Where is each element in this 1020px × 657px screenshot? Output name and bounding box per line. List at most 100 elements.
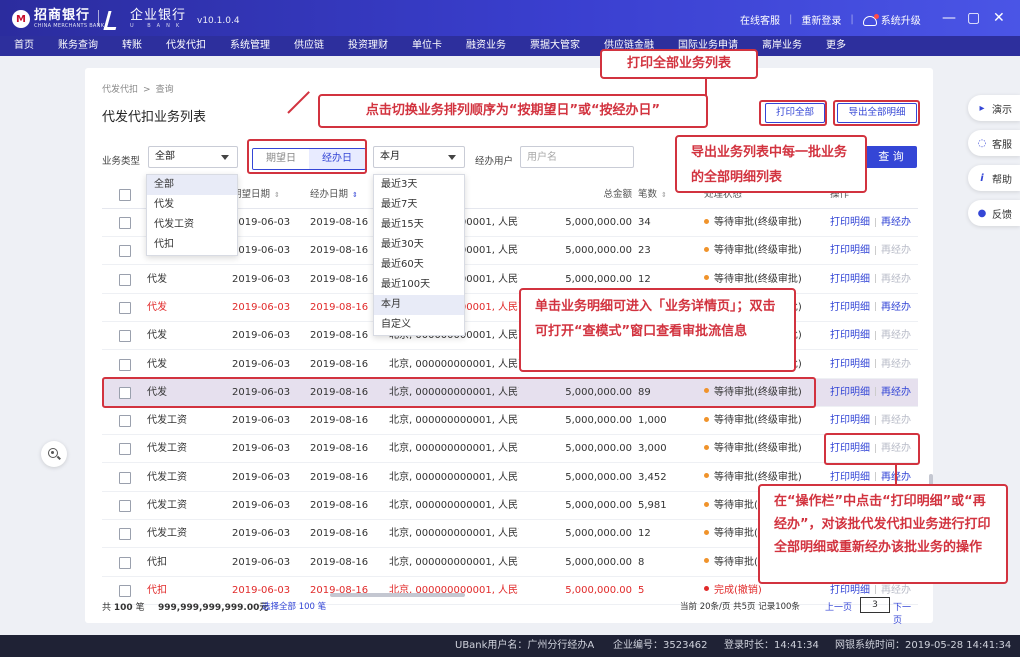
re-handle-link[interactable]: 再经办: [881, 330, 911, 341]
status-dot-icon: [704, 529, 709, 535]
cell-count: 23: [638, 245, 651, 257]
period-select-value: 本月: [380, 151, 400, 162]
nav-home[interactable]: 首页: [0, 36, 46, 56]
zoom-icon[interactable]: [41, 441, 67, 467]
print-detail-link[interactable]: 打印明细: [830, 274, 870, 285]
print-detail-link[interactable]: 打印明细: [830, 472, 870, 483]
type-option[interactable]: 全部: [147, 175, 237, 195]
cell-type: 代扣: [147, 556, 167, 568]
breadcrumb-payroll[interactable]: 代发代扣: [102, 85, 138, 95]
row-checkbox[interactable]: [119, 500, 131, 512]
row-checkbox[interactable]: [119, 556, 131, 569]
re-handle-link[interactable]: 再经办: [881, 302, 911, 313]
side-service-button[interactable]: ◌ 客服: [968, 130, 1020, 156]
row-checkbox[interactable]: [119, 273, 131, 286]
cell-status: 等待审批(终级审批): [704, 237, 802, 265]
minimize-button[interactable]: —: [942, 9, 956, 27]
header-count[interactable]: 笔数 ⇕: [638, 181, 667, 209]
type-option[interactable]: 代发: [147, 195, 237, 215]
relogin-link[interactable]: 重新登录: [801, 12, 841, 27]
print-detail-link[interactable]: 打印明细: [830, 415, 870, 426]
row-checkbox[interactable]: [119, 528, 131, 541]
row-checkbox[interactable]: [119, 330, 131, 343]
header-handle-date[interactable]: 经办日期 ⇕: [310, 181, 358, 209]
nav-corp-card[interactable]: 单位卡: [400, 36, 454, 56]
system-upgrade-link[interactable]: 系统升级: [881, 12, 921, 27]
type-select[interactable]: 全部: [148, 146, 238, 168]
status-dot-icon: [704, 586, 709, 592]
re-handle-link[interactable]: 再经办: [881, 245, 911, 256]
nav-payroll[interactable]: 代发代扣: [154, 36, 218, 56]
online-service-link[interactable]: 在线客服: [740, 12, 780, 27]
nav-account-query[interactable]: 账务查询: [46, 36, 110, 56]
cell-account: 北京, 000000000001, 人民币: [389, 500, 519, 511]
re-handle-link[interactable]: 再经办: [881, 585, 911, 596]
type-label: 业务类型: [102, 156, 141, 167]
prev-page-link[interactable]: 上一页: [825, 600, 852, 613]
cell-count: 3,000: [638, 443, 667, 455]
period-select[interactable]: 本月: [373, 146, 465, 168]
period-option[interactable]: 最近60天: [374, 255, 464, 275]
row-checkbox[interactable]: [119, 358, 131, 371]
select-all-link[interactable]: 选择全部 100 笔: [262, 600, 326, 612]
row-checkbox[interactable]: [119, 471, 131, 484]
nav-system[interactable]: 系统管理: [218, 36, 282, 56]
table-row[interactable]: 代发工资 2019-06-03 2019-08-16 北京, 000000000001…: [102, 435, 918, 464]
row-checkbox[interactable]: [119, 415, 131, 428]
print-detail-link[interactable]: 打印明细: [830, 217, 870, 228]
side-feedback-button[interactable]: ● 反馈: [968, 200, 1020, 226]
row-checkbox[interactable]: [119, 584, 131, 597]
nav-supply-chain[interactable]: 供应链: [282, 36, 336, 56]
side-help-button[interactable]: i 帮助: [968, 165, 1020, 191]
re-handle-link[interactable]: 再经办: [881, 274, 911, 285]
re-handle-link[interactable]: 再经办: [881, 387, 911, 398]
annotation-print-all: 打印全部业务列表: [600, 49, 758, 79]
re-handle-link[interactable]: 再经办: [881, 359, 911, 370]
period-option[interactable]: 最近15天: [374, 215, 464, 235]
query-button[interactable]: 查 询: [865, 146, 917, 168]
nav-investment[interactable]: 投资理财: [336, 36, 400, 56]
header-expect-date[interactable]: 期望日期 ⇕: [232, 181, 280, 209]
type-option[interactable]: 代扣: [147, 235, 237, 255]
close-button[interactable]: ✕: [993, 9, 1005, 27]
nav-transfer[interactable]: 转账: [110, 36, 154, 56]
type-option[interactable]: 代发工资: [147, 215, 237, 235]
nav-offshore[interactable]: 离岸业务: [750, 36, 814, 56]
re-handle-link[interactable]: 再经办: [881, 217, 911, 228]
period-option[interactable]: 自定义: [374, 315, 464, 335]
cell-handle-date: 2019-08-16: [310, 443, 369, 455]
cell-account: 北京, 000000000001, 人民币: [389, 415, 519, 427]
print-detail-link[interactable]: 打印明细: [830, 302, 870, 313]
print-detail-link[interactable]: 打印明细: [830, 585, 870, 596]
period-option[interactable]: 最近30天: [374, 235, 464, 255]
page-info: 当前 20条/页 共5页 记录100条: [680, 602, 800, 612]
user-input[interactable]: [520, 146, 634, 168]
nav-financing[interactable]: 融资业务: [454, 36, 518, 56]
row-checkbox[interactable]: [119, 245, 131, 258]
print-detail-link[interactable]: 打印明细: [830, 330, 870, 341]
period-option[interactable]: 本月: [374, 295, 464, 315]
type-dropdown: 全部 代发 代发工资 代扣: [146, 174, 238, 256]
maximize-button[interactable]: ▢: [967, 9, 980, 27]
row-checkbox[interactable]: [119, 443, 131, 456]
select-all-checkbox[interactable]: [119, 189, 131, 201]
cell-operation: 打印明细再经办: [830, 322, 918, 350]
period-option[interactable]: 最近100天: [374, 275, 464, 295]
re-handle-link[interactable]: 再经办: [881, 415, 911, 426]
cloud-upgrade-icon[interactable]: [862, 13, 879, 26]
period-option[interactable]: 最近3天: [374, 175, 464, 195]
row-checkbox[interactable]: [119, 217, 131, 229]
next-page-link[interactable]: 下一页: [893, 600, 918, 626]
nav-more[interactable]: 更多: [814, 36, 858, 56]
page-number-input[interactable]: 3: [860, 597, 890, 613]
cell-amount: 5,000,000.00: [565, 443, 632, 455]
side-demo-button[interactable]: ▸ 演示: [968, 95, 1020, 121]
row-checkbox[interactable]: [119, 301, 131, 314]
print-detail-link[interactable]: 打印明细: [830, 245, 870, 256]
cell-handle-date: 2019-08-16: [310, 528, 369, 540]
nav-bills[interactable]: 票据大管家: [518, 36, 592, 56]
period-option[interactable]: 最近7天: [374, 195, 464, 215]
print-detail-link[interactable]: 打印明细: [830, 387, 870, 398]
print-detail-link[interactable]: 打印明细: [830, 359, 870, 370]
table-row[interactable]: 代发工资 2019-06-03 2019-08-16 北京, 000000000001…: [102, 407, 918, 436]
